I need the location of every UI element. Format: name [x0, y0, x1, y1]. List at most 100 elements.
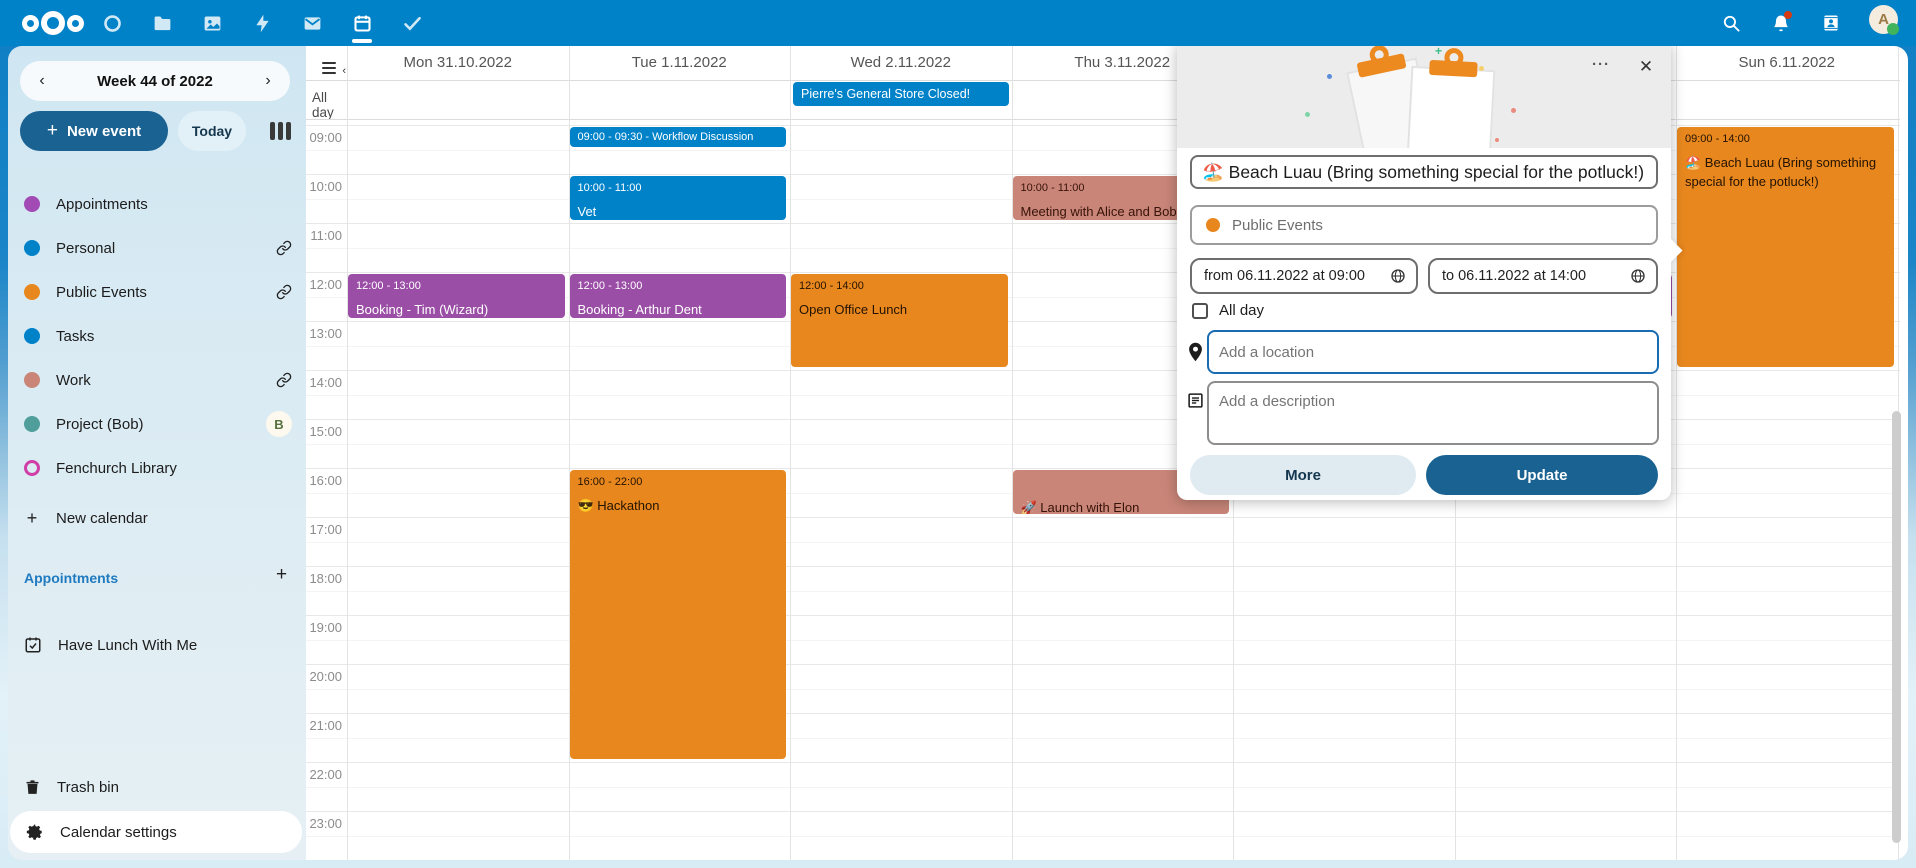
time-label: 14:00	[308, 375, 342, 390]
event-title: Booking - Tim (Wizard)	[348, 292, 565, 318]
sidebar-calendar-fenchurch-library[interactable]: Fenchurch Library	[8, 449, 306, 487]
online-status-dot	[1887, 23, 1899, 35]
event-time: 09:00 - 14:00	[1677, 127, 1894, 145]
calendar-label: Work	[56, 372, 91, 389]
time-label: 13:00	[308, 326, 342, 341]
calendar-event[interactable]: 10:00 - 11:00Vet	[570, 176, 787, 220]
previous-week-button[interactable]: ‹	[28, 67, 56, 95]
time-label: 11:00	[308, 228, 342, 243]
half-hour-line	[306, 787, 1900, 788]
trash-bin[interactable]: Trash bin	[8, 768, 306, 806]
sidebar-calendar-public-events[interactable]: Public Events	[8, 273, 306, 311]
calendar-color-dot	[24, 372, 40, 388]
location-pin-icon	[1187, 342, 1204, 362]
end-datetime-field[interactable]: to 06.11.2022 at 14:00	[1428, 258, 1658, 294]
location-input[interactable]	[1207, 330, 1659, 374]
more-button[interactable]: More	[1190, 455, 1416, 495]
notifications-bell-icon[interactable]	[1768, 10, 1794, 36]
description-input[interactable]	[1207, 381, 1659, 445]
calendar-settings[interactable]: Calendar settings	[10, 811, 302, 853]
calendar-color-ring	[24, 460, 40, 476]
sidebar-calendar-appointments[interactable]: Appointments	[8, 185, 306, 223]
timezone-globe-icon[interactable]	[1630, 268, 1646, 284]
column-divider	[790, 46, 791, 860]
calendar-event[interactable]: 09:00 - 09:30 - Workflow Discussion	[570, 127, 787, 147]
contacts-menu-icon[interactable]	[1818, 10, 1844, 36]
week-title: Week 44 of 2022	[97, 73, 213, 90]
activity-icon[interactable]	[250, 11, 274, 35]
new-event-button[interactable]: + New event	[20, 111, 168, 151]
column-divider	[1012, 46, 1013, 860]
time-label: 21:00	[308, 718, 342, 733]
photos-icon[interactable]	[200, 11, 224, 35]
hour-line	[306, 615, 1900, 616]
calendar-color-dot	[24, 328, 40, 344]
hour-line	[306, 713, 1900, 714]
sidebar-calendar-tasks[interactable]: Tasks	[8, 317, 306, 355]
calendar-select[interactable]: Public Events	[1190, 205, 1658, 245]
sidebar-calendar-work[interactable]: Work	[8, 361, 306, 399]
event-title: 🏖️ Beach Luau (Bring something special f…	[1677, 145, 1894, 191]
update-button[interactable]: Update	[1426, 455, 1658, 495]
checkbox-box[interactable]	[1192, 303, 1208, 319]
calendar-label: Personal	[56, 240, 115, 257]
search-icon[interactable]	[1718, 10, 1744, 36]
event-time: 10:00 - 11:00	[570, 176, 787, 194]
event-title-input[interactable]: 🏖️ Beach Luau (Bring something special f…	[1190, 155, 1658, 189]
sidebar-calendar-personal[interactable]: Personal	[8, 229, 306, 267]
calendar-event[interactable]: 16:00 - 22:00😎 Hackathon	[570, 470, 787, 759]
event-time: 12:00 - 13:00	[348, 274, 565, 292]
week-view-columns-icon[interactable]	[270, 122, 294, 140]
circle-app-icon[interactable]	[100, 11, 124, 35]
shared-badge: B	[266, 411, 292, 437]
shared-link-icon[interactable]	[276, 372, 292, 388]
time-label: 10:00	[308, 179, 342, 194]
all-day-checkbox[interactable]: All day	[1192, 302, 1264, 319]
shared-link-icon[interactable]	[276, 284, 292, 300]
calendar-check-icon	[24, 636, 42, 654]
vertical-scrollbar[interactable]	[1892, 411, 1901, 843]
time-label: 17:00	[308, 522, 342, 537]
sidebar-calendar-project-bob-[interactable]: Project (Bob)B	[8, 405, 306, 443]
popup-actions-menu-icon[interactable]: ···	[1585, 56, 1617, 82]
time-label: 09:00	[308, 130, 342, 145]
calendar-icon[interactable]	[350, 11, 374, 35]
calendar-event[interactable]: 12:00 - 14:00Open Office Lunch	[791, 274, 1008, 367]
hour-line	[306, 566, 1900, 567]
collapse-all-day-icon[interactable]: ‹	[322, 62, 342, 76]
appointment-item[interactable]: Have Lunch With Me	[8, 626, 306, 664]
new-calendar-button[interactable]: + New calendar	[8, 499, 306, 537]
time-label: 15:00	[308, 424, 342, 439]
timezone-globe-icon[interactable]	[1390, 268, 1406, 284]
shared-link-icon[interactable]	[276, 240, 292, 256]
time-label: 18:00	[308, 571, 342, 586]
plus-icon: +	[24, 508, 40, 529]
appointments-section-heading: Appointments	[24, 570, 118, 586]
all-day-label: All day	[312, 90, 346, 120]
event-title: Vet	[570, 194, 787, 220]
add-appointment-config-button[interactable]: +	[276, 564, 287, 586]
nextcloud-logo[interactable]	[22, 9, 84, 37]
hour-line	[306, 664, 1900, 665]
files-icon[interactable]	[150, 11, 174, 35]
time-label: 19:00	[308, 620, 342, 635]
close-icon[interactable]: ✕	[1633, 54, 1659, 80]
mail-icon[interactable]	[300, 11, 324, 35]
hour-line	[306, 517, 1900, 518]
next-week-button[interactable]: ›	[254, 67, 282, 95]
week-navigation: ‹ Week 44 of 2022 ›	[20, 61, 290, 101]
calendar-event[interactable]: 09:00 - 14:00🏖️ Beach Luau (Bring someth…	[1677, 127, 1894, 367]
event-title: Booking - Arthur Dent	[570, 292, 787, 318]
calendar-event[interactable]: 12:00 - 13:00Booking - Tim (Wizard)	[348, 274, 565, 318]
hour-line	[306, 762, 1900, 763]
sidebar: ‹ Week 44 of 2022 › + New event Today Ap…	[8, 46, 306, 860]
tasks-icon[interactable]	[400, 11, 424, 35]
calendar-event[interactable]: Pierre's General Store Closed!	[793, 82, 1009, 106]
start-datetime-field[interactable]: from 06.11.2022 at 09:00	[1190, 258, 1418, 294]
calendar-label: New calendar	[56, 510, 148, 527]
half-hour-line	[306, 689, 1900, 690]
time-label: 23:00	[308, 816, 342, 831]
top-bar: A	[0, 0, 1916, 46]
today-button[interactable]: Today	[178, 111, 246, 151]
calendar-event[interactable]: 12:00 - 13:00Booking - Arthur Dent	[570, 274, 787, 318]
